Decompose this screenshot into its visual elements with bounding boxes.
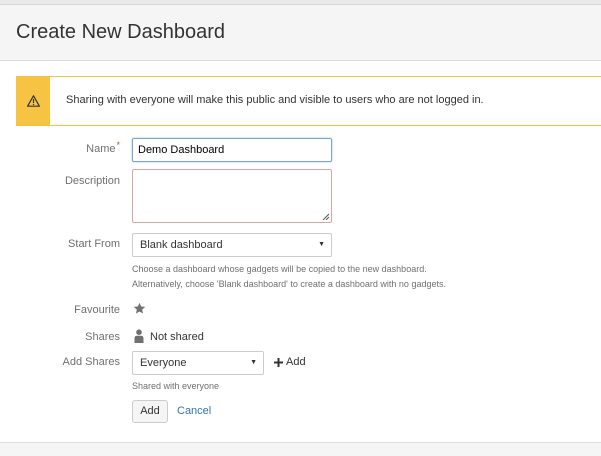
person-icon bbox=[134, 329, 144, 343]
star-icon[interactable] bbox=[133, 302, 146, 315]
chevron-down-icon: ▼ bbox=[250, 359, 257, 366]
name-label-text: Name bbox=[86, 143, 116, 155]
name-label: Name* bbox=[86, 140, 120, 155]
add-shares-select[interactable]: Everyone ▼ bbox=[132, 351, 264, 375]
start-from-help-line2: Alternatively, choose 'Blank dashboard' … bbox=[132, 279, 446, 289]
shares-label: Shares bbox=[85, 331, 120, 343]
dialog-title: Create New Dashboard bbox=[16, 21, 225, 43]
add-shares-value: Everyone bbox=[140, 357, 187, 369]
chevron-down-icon: ▼ bbox=[318, 241, 325, 248]
add-button[interactable]: Add bbox=[132, 400, 168, 423]
add-share-button[interactable]: Add bbox=[274, 356, 306, 368]
description-label: Description bbox=[64, 175, 120, 187]
description-textarea[interactable] bbox=[132, 169, 332, 223]
add-shares-help: Shared with everyone bbox=[132, 381, 220, 391]
start-from-help: Choose a dashboard whose gadgets will be… bbox=[132, 262, 446, 292]
add-shares-label: Add Shares bbox=[62, 356, 120, 368]
warning-text: Sharing with everyone will make this pub… bbox=[66, 94, 484, 106]
shares-value: Not shared bbox=[150, 331, 204, 343]
name-input[interactable] bbox=[132, 138, 332, 162]
plus-icon bbox=[274, 357, 283, 367]
start-from-select[interactable]: Blank dashboard ▼ bbox=[132, 233, 332, 257]
dialog-footer bbox=[0, 442, 601, 456]
cancel-link[interactable]: Cancel bbox=[177, 405, 211, 417]
start-from-value: Blank dashboard bbox=[140, 239, 223, 251]
required-marker: * bbox=[116, 140, 120, 150]
start-from-label: Start From bbox=[68, 238, 120, 250]
resize-grip-icon[interactable] bbox=[322, 213, 329, 220]
favourite-label: Favourite bbox=[74, 304, 120, 316]
warning-icon bbox=[17, 77, 50, 125]
start-from-help-line1: Choose a dashboard whose gadgets will be… bbox=[132, 264, 427, 274]
warning-message: Sharing with everyone will make this pub… bbox=[16, 76, 601, 126]
add-share-label: Add bbox=[286, 356, 306, 368]
dialog-header: Create New Dashboard bbox=[0, 5, 601, 61]
